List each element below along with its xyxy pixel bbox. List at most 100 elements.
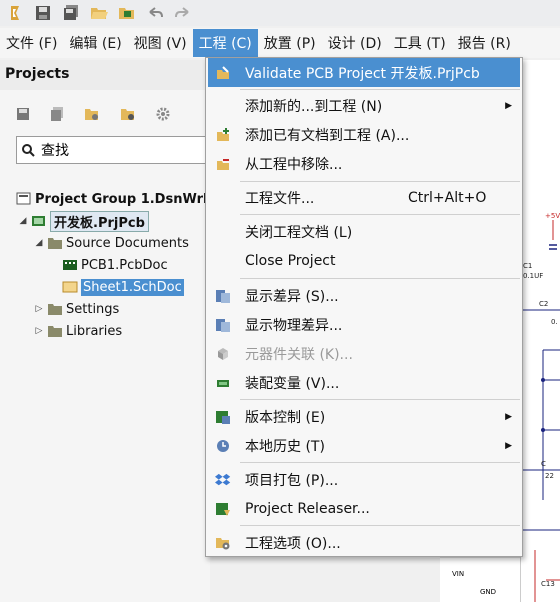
menu-item-close-docs[interactable]: 关闭工程文档 (L) <box>208 217 520 246</box>
tree-item-pcb[interactable]: PCB1.PcbDoc <box>62 254 168 276</box>
menu-item-label: 本地历史 (T) <box>245 438 325 455</box>
label-5v: +5V <box>545 212 560 220</box>
quick-toolbar <box>0 0 560 26</box>
menu-item-validate[interactable]: Validate PCB Project 开发板.PrjPcb <box>208 58 520 87</box>
panel-title: Projects <box>0 60 210 90</box>
menu-item-label: 添加已有文档到工程 (A)... <box>245 127 410 144</box>
phys-diff-icon <box>214 316 232 334</box>
tree-label-sch: Sheet1.SchDoc <box>81 278 184 296</box>
pcb-project-icon <box>32 216 45 226</box>
menu-item-options[interactable]: 工程选项 (O)... <box>208 528 520 557</box>
open-project-icon[interactable] <box>114 2 140 24</box>
label-c1-value: 0.1UF <box>523 272 544 280</box>
tree-item-group[interactable]: Project Group 1.DsnWrk <box>16 188 212 210</box>
menu-item-project-files[interactable]: 工程文件... Ctrl+Alt+O <box>208 183 520 212</box>
menu-item-label: 添加新的...到工程 (N) <box>245 98 383 115</box>
collapse-arrow-icon[interactable]: ▷ <box>34 304 44 314</box>
separator <box>240 462 520 463</box>
menu-reports[interactable]: 报告 (R) <box>452 29 517 57</box>
menu-item-remove[interactable]: 从工程中移除... <box>208 149 520 178</box>
label-vin: VIN <box>452 570 465 578</box>
schematic-bottom[interactable]: VIN GND <box>440 557 520 602</box>
menu-file[interactable]: 文件 (F) <box>0 29 63 57</box>
add-existing-icon <box>214 126 232 144</box>
submenu-arrow-icon: ▶ <box>505 440 512 451</box>
menu-view[interactable]: 视图 (V) <box>128 29 193 57</box>
menu-item-label: 显示差异 (S)... <box>245 288 339 305</box>
tree-item-settings[interactable]: ▷ Settings <box>34 298 120 320</box>
expand-arrow-icon[interactable]: ◢ <box>18 216 28 226</box>
menu-item-add-new[interactable]: 添加新的...到工程 (N) ▶ <box>208 91 520 120</box>
menu-project[interactable]: 工程 (C) <box>192 29 258 57</box>
label-c-value: 22 <box>545 472 554 480</box>
menu-item-show-phys-diff[interactable]: 显示物理差异... <box>208 310 520 339</box>
tree-item-project[interactable]: ◢ 开发板.PrjPcb <box>18 210 149 232</box>
label-c2-value: 0. <box>551 318 558 326</box>
menu-item-label: Close Project <box>245 252 336 269</box>
tree-label-pcb: PCB1.PcbDoc <box>81 257 168 273</box>
separator <box>240 181 520 182</box>
diff-icon <box>214 287 232 305</box>
folder-gear-icon <box>214 534 232 552</box>
variants-icon <box>214 374 232 392</box>
collapse-arrow-icon[interactable]: ▷ <box>34 326 44 336</box>
workspace-icon <box>16 192 31 205</box>
redo-icon[interactable] <box>170 2 196 24</box>
separator <box>240 278 520 279</box>
menu-item-show-diff[interactable]: 显示差异 (S)... <box>208 281 520 310</box>
menu-edit[interactable]: 编辑 (E) <box>63 29 127 57</box>
remove-icon <box>214 155 232 173</box>
search-input[interactable]: 查找 <box>16 136 216 164</box>
search-icon <box>22 144 35 157</box>
sch-doc-icon <box>62 281 78 293</box>
menu-item-label: 项目打包 (P)... <box>245 472 339 489</box>
copy-icon[interactable] <box>50 106 64 125</box>
menu-item-label: 工程文件... <box>245 190 315 207</box>
separator <box>240 214 520 215</box>
menu-place[interactable]: 放置 (P) <box>258 29 322 57</box>
menu-item-label: 从工程中移除... <box>245 156 343 173</box>
component-links-icon <box>214 345 232 363</box>
tree-label-libraries: Libraries <box>66 323 123 339</box>
tree-item-libraries[interactable]: ▷ Libraries <box>34 320 123 342</box>
menu-item-label: Validate PCB Project 开发板.PrjPcb <box>245 65 480 82</box>
save-icon[interactable] <box>16 106 30 125</box>
tree-label-project: 开发板.PrjPcb <box>50 210 149 232</box>
app-logo-icon <box>2 2 28 24</box>
tree-label-settings: Settings <box>66 301 120 317</box>
tree-item-sch[interactable]: Sheet1.SchDoc <box>62 276 184 298</box>
schematic-canvas[interactable]: +5V C1 0.1UF C2 0. C 22 C13 <box>520 60 560 602</box>
undo-icon[interactable] <box>142 2 168 24</box>
menu-item-add-existing[interactable]: 添加已有文档到工程 (A)... <box>208 120 520 149</box>
shortcut-label: Ctrl+Alt+O <box>408 189 487 206</box>
label-c: C <box>541 460 546 468</box>
menu-item-label: Project Releaser... <box>245 500 370 517</box>
expand-arrow-icon[interactable]: ◢ <box>34 238 44 248</box>
search-placeholder: 查找 <box>41 143 69 159</box>
save-all-icon[interactable] <box>58 2 84 24</box>
history-clock-icon <box>214 437 232 455</box>
tree-item-source-docs[interactable]: ◢ Source Documents <box>34 232 189 254</box>
menu-item-label: 显示物理差异... <box>245 317 343 334</box>
menu-item-close-project[interactable]: Close Project <box>208 246 520 275</box>
menu-item-version-control[interactable]: 版本控制 (E) ▶ <box>208 402 520 431</box>
label-c13: C13 <box>541 580 555 588</box>
menu-item-variants[interactable]: 装配变量 (V)... <box>208 368 520 397</box>
menu-item-releaser[interactable]: Project Releaser... <box>208 494 520 523</box>
menu-item-label: 元器件关联 (K)... <box>245 346 353 363</box>
open-folder-icon[interactable] <box>86 2 112 24</box>
menu-tools[interactable]: 工具 (T) <box>388 29 452 57</box>
menu-item-label: 版本控制 (E) <box>245 409 326 426</box>
save-icon[interactable] <box>30 2 56 24</box>
folder-gear-icon[interactable] <box>120 106 136 125</box>
menu-item-label: 工程选项 (O)... <box>245 535 341 552</box>
menu-item-local-history[interactable]: 本地历史 (T) ▶ <box>208 431 520 460</box>
gear-icon[interactable] <box>156 106 170 125</box>
menu-item-pack[interactable]: 项目打包 (P)... <box>208 465 520 494</box>
panel-toolbar <box>16 104 170 126</box>
label-c2: C2 <box>539 300 549 308</box>
menu-design[interactable]: 设计 (D) <box>322 29 388 57</box>
folder-settings-icon[interactable] <box>84 106 100 125</box>
menu-item-label: 装配变量 (V)... <box>245 375 340 392</box>
menu-item-component-links[interactable]: 元器件关联 (K)... <box>208 339 520 368</box>
